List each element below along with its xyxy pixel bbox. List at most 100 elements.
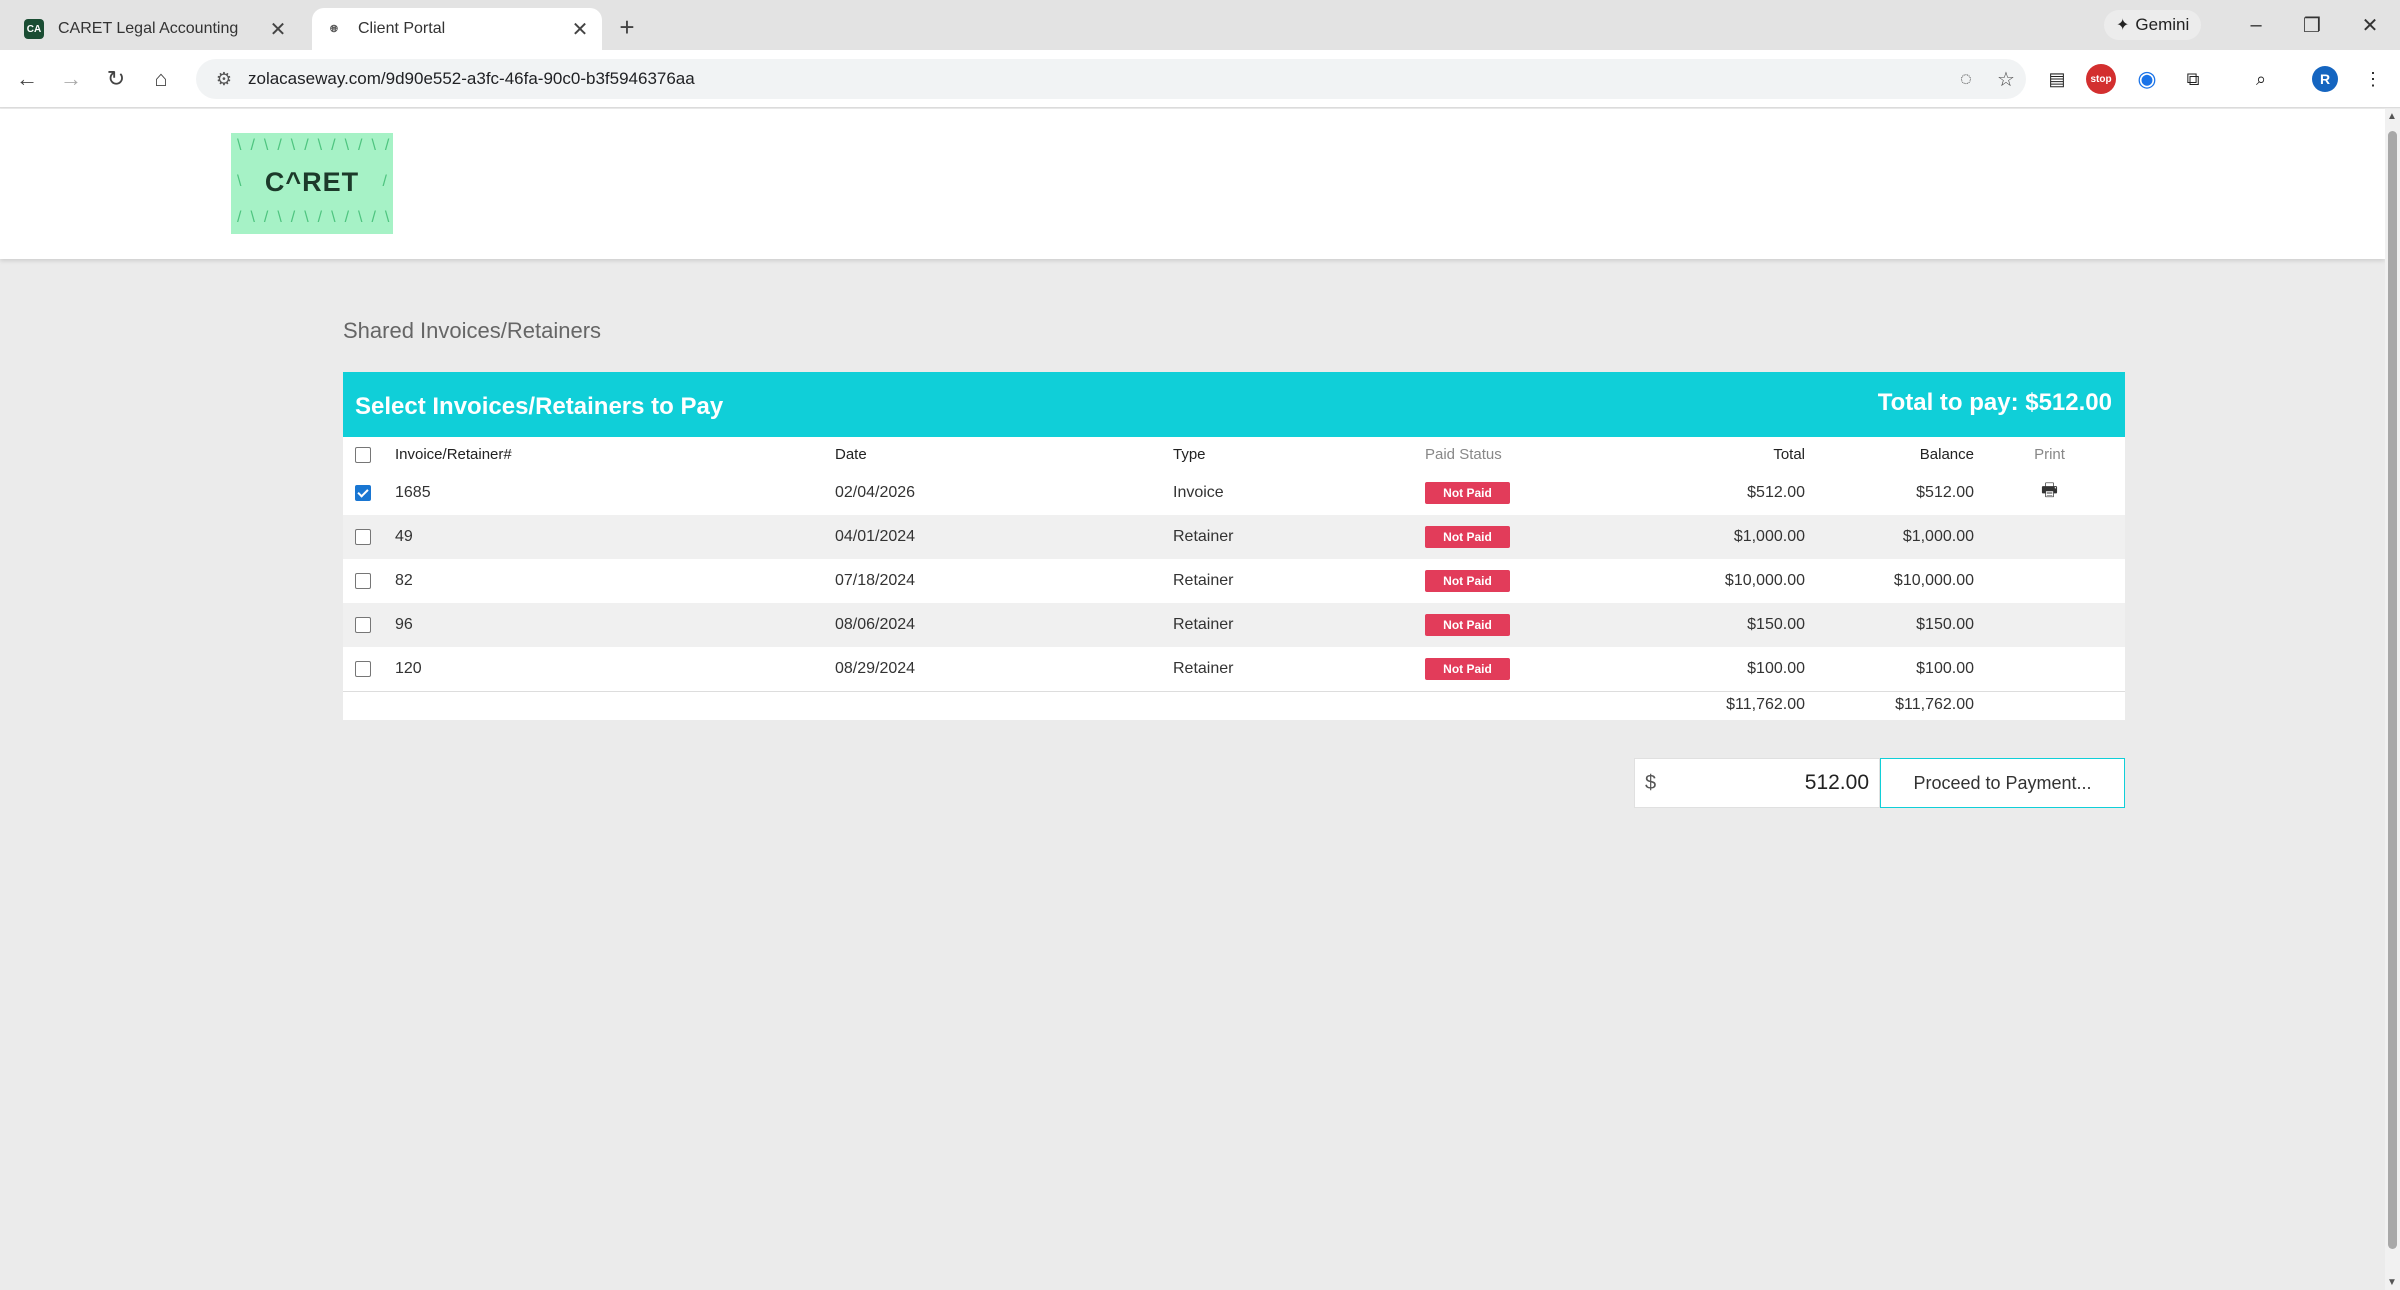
column-header-balance: Balance — [1919, 445, 1974, 463]
caret-logo: \/\/\/\/\/\/\/ \ / C^RET /\/\/\/\/\/\/\ — [231, 133, 393, 234]
address-bar[interactable]: ⚙ zolacaseway.com/9d90e552-a3fc-46fa-90c… — [196, 59, 2026, 99]
invoice-balance: $150.00 — [1805, 603, 1974, 647]
invoice-date: 04/01/2024 — [835, 515, 1173, 559]
invoice-date: 07/18/2024 — [835, 572, 916, 589]
puzzle-extensions-icon[interactable]: ⧉ — [2178, 64, 2208, 94]
table-row: 49 04/01/2024 Retainer Not Paid $1,000.0… — [343, 515, 2125, 559]
select-all-checkbox[interactable] — [355, 446, 371, 463]
payment-amount-field[interactable]: $ 512.00 — [1634, 758, 1880, 808]
panel-header: Select Invoices/Retainers to Pay Total t… — [343, 372, 2125, 437]
column-header-number: Invoice/Retainer# — [395, 445, 512, 463]
restore-icon[interactable]: ❐ — [2292, 10, 2332, 40]
globe-icon: 🌐︎ — [330, 23, 338, 35]
printer-icon[interactable]: 🖶︎ — [2041, 480, 2058, 500]
status-badge: Not Paid — [1425, 526, 1510, 548]
gemini-label: Gemini — [2135, 15, 2190, 34]
panel-title: Select Invoices/Retainers to Pay — [355, 392, 724, 420]
table-header-row: Invoice/Retainer# Date Type Paid Status … — [343, 437, 2125, 471]
column-header-status: Paid Status — [1425, 445, 1502, 463]
row-checkbox[interactable] — [355, 528, 371, 545]
home-icon[interactable]: ⌂ — [146, 64, 176, 94]
invoice-total: $512.00 — [1747, 484, 1805, 501]
portal-header: \/\/\/\/\/\/\/ \ / C^RET /\/\/\/\/\/\/\ — [0, 109, 2385, 259]
reload-icon[interactable]: ↻ — [101, 64, 131, 94]
logo-pattern: /\/\/\/\/\/\/\ — [237, 209, 393, 226]
row-checkbox[interactable] — [355, 572, 371, 589]
invoice-number: 82 — [395, 572, 413, 589]
page-title: Shared Invoices/Retainers — [343, 318, 602, 343]
gemini-button[interactable]: ✦ Gemini — [2104, 10, 2202, 40]
invoice-type: Retainer — [1173, 515, 1425, 559]
tab-title: Client Portal — [358, 20, 446, 37]
minimize-icon[interactable]: – — [2236, 10, 2276, 40]
profile-avatar[interactable]: R — [2312, 66, 2338, 92]
extension-icon-reader[interactable]: ▤ — [2042, 64, 2072, 94]
invoice-date: 02/04/2026 — [835, 484, 916, 501]
invoice-total: $150.00 — [1605, 603, 1805, 647]
forward-arrow-icon[interactable]: → — [56, 64, 86, 94]
page-scrollbar[interactable]: ▲ ▼ — [2385, 109, 2400, 1290]
stop-extension-icon[interactable]: stop — [2086, 64, 2116, 94]
invoice-total: $10,000.00 — [1724, 572, 1805, 589]
invoice-date: 08/29/2024 — [835, 659, 916, 677]
total-to-pay: Total to pay: $512.00 — [1877, 388, 2112, 416]
browser-toolbar: ← → ↻ ⌂ ⚙ zolacaseway.com/9d90e552-a3fc-… — [0, 50, 2400, 108]
new-tab-plus-icon[interactable]: + — [612, 12, 642, 42]
eye-slash-icon[interactable]: ◌ — [1946, 68, 1986, 91]
table-row: 1685 02/04/2026 Invoice Not Paid $512.00… — [343, 471, 2125, 515]
invoice-total: $1,000.00 — [1605, 515, 1805, 559]
grand-total: $11,762.00 — [1605, 690, 1805, 719]
invoice-date: 08/06/2024 — [835, 603, 1173, 647]
scroll-up-icon[interactable]: ▲ — [2387, 111, 2397, 122]
row-checkbox[interactable] — [355, 616, 371, 633]
invoice-number: 49 — [395, 515, 835, 559]
extension-circle-icon[interactable]: ◉ — [2132, 64, 2162, 94]
status-badge: Not Paid — [1425, 570, 1510, 592]
logo-text: C^RET — [264, 167, 360, 197]
close-icon[interactable]: ✕ — [566, 15, 594, 43]
status-badge: Not Paid — [1425, 482, 1510, 504]
invoice-total: $100.00 — [1747, 659, 1805, 677]
scroll-down-icon[interactable]: ▼ — [2387, 1277, 2397, 1288]
invoice-type: Invoice — [1173, 484, 1224, 501]
column-header-print: Print — [2034, 445, 2065, 463]
invoices-panel: Select Invoices/Retainers to Pay Total t… — [343, 372, 2125, 720]
currency-symbol: $ — [1645, 771, 1657, 794]
column-header-date: Date — [835, 445, 867, 463]
bookmark-star-icon[interactable]: ☆ — [1986, 67, 2026, 92]
sparkle-icon: ✦ — [2116, 17, 2130, 34]
table-row: 96 08/06/2024 Retainer Not Paid $150.00 … — [343, 603, 2125, 647]
invoice-number: 96 — [395, 603, 835, 647]
logo-pattern: \/\/\/\/\/\/\/ — [237, 137, 393, 154]
tab-caret-legal-accounting[interactable]: CA CARET Legal Accounting ✕ — [10, 8, 300, 50]
caret-favicon-icon: CA — [24, 19, 44, 39]
invoice-type: Retainer — [1173, 603, 1425, 647]
row-checkbox[interactable] — [355, 484, 371, 501]
invoice-balance: $512.00 — [1916, 484, 1974, 501]
more-vertical-icon[interactable]: ⋮ — [2358, 64, 2388, 94]
tab-client-portal[interactable]: 🌐︎ Client Portal ✕ — [312, 8, 602, 50]
invoice-type: Retainer — [1173, 659, 1234, 677]
invoice-type: Retainer — [1173, 572, 1234, 589]
url-text[interactable]: zolacaseway.com/9d90e552-a3fc-46fa-90c0-… — [248, 69, 1946, 89]
table-row: 82 07/18/2024 Retainer Not Paid $10,000.… — [343, 559, 2125, 603]
row-checkbox[interactable] — [355, 660, 371, 677]
tab-search-icon[interactable]: ⌕ — [2246, 64, 2276, 94]
payment-amount-input[interactable]: 512.00 — [1656, 771, 1869, 795]
window-close-icon[interactable]: ✕ — [2350, 10, 2390, 40]
invoice-number: 120 — [395, 659, 422, 677]
proceed-to-payment-button[interactable]: Proceed to Payment... — [1880, 758, 2125, 808]
scrollbar-thumb[interactable] — [2388, 131, 2397, 1249]
status-badge: Not Paid — [1425, 614, 1510, 636]
site-info-icon[interactable]: ⚙ — [204, 69, 244, 90]
invoices-table: Invoice/Retainer# Date Type Paid Status … — [343, 437, 2125, 719]
browser-tab-strip: CA CARET Legal Accounting ✕ 🌐︎ Client Po… — [0, 0, 2400, 50]
invoice-balance: $100.00 — [1916, 659, 1974, 677]
column-header-total: Total — [1773, 445, 1805, 463]
close-icon[interactable]: ✕ — [264, 15, 292, 43]
grand-balance: $11,762.00 — [1805, 690, 1974, 719]
invoice-balance: $10,000.00 — [1893, 572, 1974, 589]
back-arrow-icon[interactable]: ← — [12, 64, 42, 94]
totals-row: $11,762.00 $11,762.00 — [343, 690, 2125, 719]
column-header-type: Type — [1173, 445, 1206, 463]
